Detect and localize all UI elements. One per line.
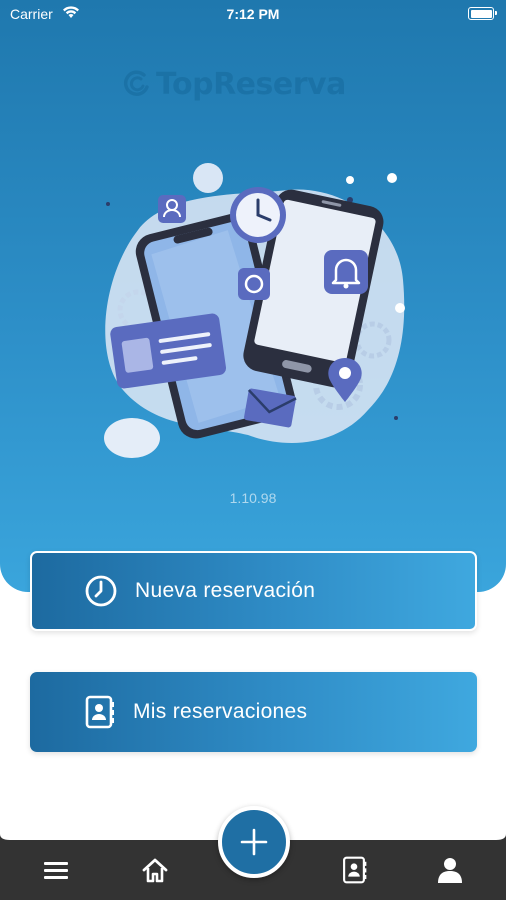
plus-icon xyxy=(240,828,268,856)
app-screen: Carrier 7:12 PM TopReserva 1.10.98 Nueva… xyxy=(0,0,506,900)
phones-illustration xyxy=(104,163,405,458)
new-reservation-label: Nueva reservación xyxy=(135,579,316,602)
my-reservations-button[interactable]: Mis reservaciones xyxy=(30,672,477,752)
tab-profile[interactable] xyxy=(432,852,468,888)
hamburger-menu-icon xyxy=(44,862,68,879)
contact-book-icon xyxy=(343,856,367,884)
new-reservation-button[interactable]: Nueva reservación xyxy=(30,551,477,631)
clock-icon xyxy=(85,575,117,607)
add-reservation-fab[interactable] xyxy=(218,806,290,878)
contact-book-icon xyxy=(85,695,114,729)
logo-swirl-icon xyxy=(124,70,149,96)
status-time: 7:12 PM xyxy=(226,6,280,22)
battery-icon xyxy=(468,7,497,20)
tab-reservations[interactable] xyxy=(336,852,372,888)
status-bar: Carrier 7:12 PM xyxy=(0,0,506,28)
app-logo: TopReserva xyxy=(122,64,346,104)
tab-menu[interactable] xyxy=(38,852,74,888)
app-version: 1.10.98 xyxy=(229,490,277,506)
home-icon xyxy=(142,858,168,883)
logo-text: TopReserva xyxy=(156,66,346,102)
user-icon xyxy=(438,858,462,883)
my-reservations-label: Mis reservaciones xyxy=(133,700,308,723)
tab-home[interactable] xyxy=(137,852,173,888)
